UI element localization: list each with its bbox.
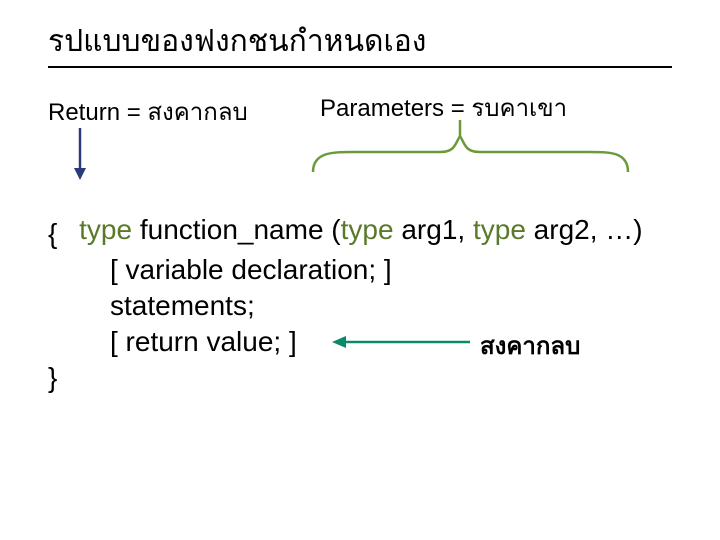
send-back-label: สงคากลบ [480,326,580,365]
arrow-down-icon [74,128,86,180]
code-open-brace: { [48,218,57,250]
slide: รปแบบของฟงกชนกำหนดเอง Return = สงคากลบ P… [0,0,720,540]
code-statements: statements; [110,290,255,322]
title-underline [48,66,672,68]
fn-name-part: function_name ( [132,214,341,245]
arg2-part: arg2, …) [526,214,643,245]
code-return: [ return value; ] [110,326,297,358]
arg1-part: arg1, [394,214,473,245]
return-label: Return = สงคากลบ [48,92,248,131]
slide-title: รปแบบของฟงกชนกำหนดเอง [48,18,426,65]
type-keyword-return: type [79,214,132,245]
code-var-decl: [ variable declaration; ] [110,254,392,286]
type-keyword-arg2: type [473,214,526,245]
parameters-label: Parameters = รบคาเขา [320,88,567,127]
code-close-brace: } [48,362,57,394]
brace-icon [313,120,628,172]
arrow-left-icon [332,336,470,348]
type-keyword-arg1: type [341,214,394,245]
